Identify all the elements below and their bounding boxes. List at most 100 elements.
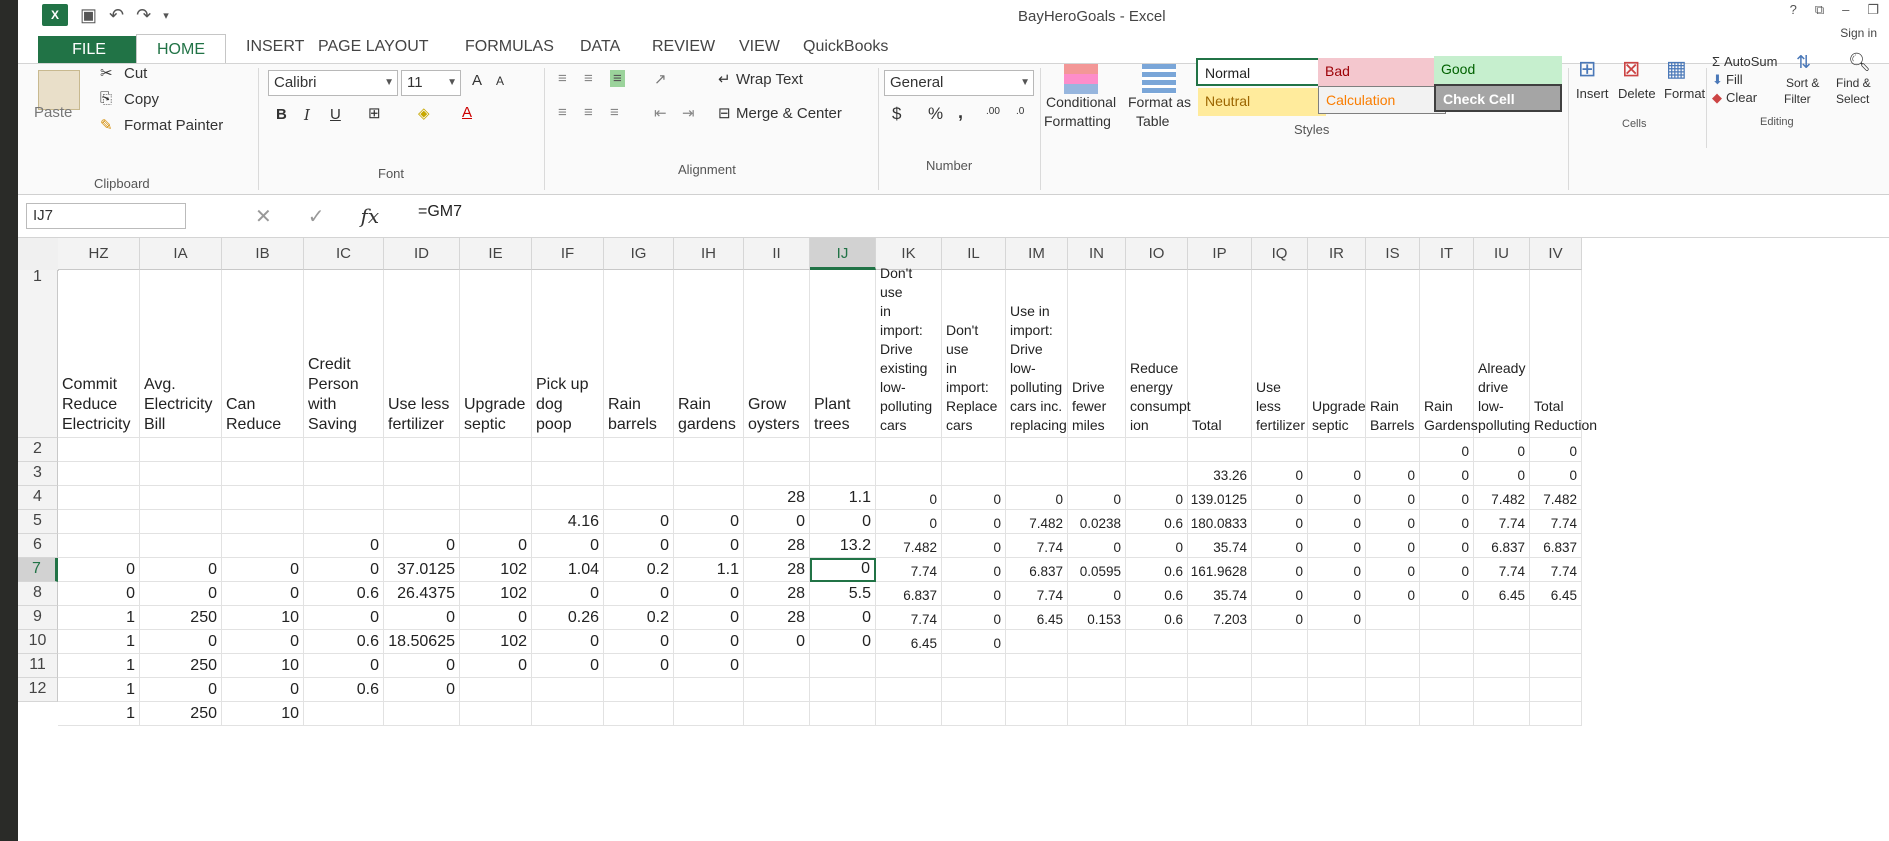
table-cell[interactable]	[1530, 654, 1582, 678]
table-cell[interactable]: 0	[1252, 558, 1308, 582]
table-cell[interactable]	[58, 486, 140, 510]
table-cell[interactable]: 7.74	[1530, 558, 1582, 582]
header-cell[interactable]: Rain Gardens	[1420, 270, 1478, 438]
align-middle-icon[interactable]: ≡	[584, 70, 593, 87]
table-cell[interactable]	[532, 438, 604, 462]
table-cell[interactable]	[1252, 438, 1308, 462]
table-cell[interactable]: 0.6	[304, 630, 384, 654]
table-cell[interactable]	[384, 462, 460, 486]
table-cell[interactable]: 0	[532, 654, 604, 678]
table-cell[interactable]	[1308, 702, 1366, 726]
table-cell[interactable]: 0	[876, 486, 942, 510]
table-cell[interactable]: 0	[942, 486, 1006, 510]
orientation-icon[interactable]: ↗	[654, 70, 667, 88]
table-cell[interactable]	[674, 486, 744, 510]
table-cell[interactable]: 0	[1308, 582, 1366, 606]
table-cell[interactable]: 0	[744, 510, 810, 534]
autosum-icon[interactable]: Σ	[1712, 54, 1720, 69]
copy-icon[interactable]: ⎘	[100, 90, 112, 107]
table-cell[interactable]: 7.482	[1530, 486, 1582, 510]
header-cell[interactable]: Rain gardens	[674, 270, 744, 438]
table-cell[interactable]: 0	[1474, 438, 1530, 462]
table-cell[interactable]: 7.203	[1188, 606, 1252, 630]
table-cell[interactable]: 0.2	[604, 606, 674, 630]
tab-review[interactable]: REVIEW	[652, 38, 715, 56]
table-cell[interactable]	[304, 486, 384, 510]
table-cell[interactable]	[532, 678, 604, 702]
table-cell[interactable]: 0	[1252, 534, 1308, 558]
table-cell[interactable]: 6.45	[1006, 606, 1068, 630]
table-cell[interactable]: 0	[942, 558, 1006, 582]
table-cell[interactable]: 0	[942, 630, 1006, 654]
table-cell[interactable]	[604, 438, 674, 462]
table-cell[interactable]: 0	[1252, 486, 1308, 510]
table-cell[interactable]: 28	[744, 534, 810, 558]
table-cell[interactable]: 0	[1366, 582, 1420, 606]
column-header-ir[interactable]: IR	[1308, 238, 1366, 270]
tab-view[interactable]: VIEW	[739, 38, 780, 56]
bold-button[interactable]: B	[276, 106, 287, 123]
table-cell[interactable]: 0	[1366, 462, 1420, 486]
header-cell[interactable]: Total	[1188, 270, 1252, 438]
table-cell[interactable]	[1188, 654, 1252, 678]
table-cell[interactable]: 7.482	[1474, 486, 1530, 510]
column-header-il[interactable]: IL	[942, 238, 1006, 270]
table-cell[interactable]	[384, 486, 460, 510]
table-cell[interactable]: 1.04	[532, 558, 604, 582]
header-cell[interactable]: Rain barrels	[604, 270, 674, 438]
table-cell[interactable]: 0	[1068, 486, 1126, 510]
table-cell[interactable]: 0	[140, 678, 222, 702]
column-header-ij[interactable]: IJ	[810, 238, 876, 270]
table-cell[interactable]: 0	[384, 678, 460, 702]
table-cell[interactable]	[810, 702, 876, 726]
row-header-6[interactable]: 6	[18, 534, 58, 558]
table-cell[interactable]	[674, 438, 744, 462]
borders-icon[interactable]: ⊞	[368, 104, 381, 122]
header-cell[interactable]: Rain Barrels	[1366, 270, 1420, 438]
table-cell[interactable]	[1006, 462, 1068, 486]
delete-button[interactable]: Delete	[1618, 86, 1656, 101]
table-cell[interactable]: 0	[810, 510, 876, 534]
table-cell[interactable]	[942, 462, 1006, 486]
tab-insert[interactable]: INSERT	[246, 38, 304, 56]
table-cell[interactable]: 0	[1420, 462, 1474, 486]
table-cell[interactable]	[1530, 702, 1582, 726]
table-cell[interactable]: 0	[1366, 534, 1420, 558]
table-cell[interactable]: 0	[1252, 462, 1308, 486]
header-cell[interactable]: Use in import: Drive low- polluting cars…	[1006, 270, 1068, 438]
table-cell[interactable]	[744, 702, 810, 726]
table-cell[interactable]: 0	[58, 558, 140, 582]
table-cell[interactable]: 0	[1252, 582, 1308, 606]
table-cell[interactable]: 0	[384, 534, 460, 558]
format-as-table-button[interactable]: Format as	[1128, 94, 1191, 110]
column-header-hz[interactable]: HZ	[58, 238, 140, 270]
row-header-3[interactable]: 3	[18, 462, 58, 486]
table-cell[interactable]: 28	[744, 582, 810, 606]
table-cell[interactable]: 0	[1252, 510, 1308, 534]
redo-icon[interactable]: ↷	[136, 5, 151, 26]
table-cell[interactable]: 180.0833	[1188, 510, 1252, 534]
table-cell[interactable]	[222, 534, 304, 558]
grow-font-button[interactable]: A	[472, 72, 482, 89]
table-cell[interactable]: 1	[58, 654, 140, 678]
sign-in-link[interactable]: Sign in	[1840, 26, 1877, 40]
table-cell[interactable]: 0	[140, 582, 222, 606]
table-cell[interactable]: 0.6	[304, 582, 384, 606]
table-cell[interactable]: 0	[1420, 486, 1474, 510]
table-cell[interactable]	[140, 486, 222, 510]
table-cell[interactable]	[460, 510, 532, 534]
style-neutral[interactable]: Neutral	[1198, 88, 1326, 116]
table-cell[interactable]: 0	[1474, 462, 1530, 486]
tab-file[interactable]: FILE	[38, 36, 140, 63]
table-cell[interactable]	[942, 702, 1006, 726]
table-cell[interactable]	[942, 654, 1006, 678]
table-cell[interactable]	[1006, 438, 1068, 462]
table-cell[interactable]: 7.482	[876, 534, 942, 558]
table-cell[interactable]	[1474, 630, 1530, 654]
header-cell[interactable]: Credit Person with Saving	[304, 270, 384, 438]
table-cell[interactable]: 7.74	[876, 558, 942, 582]
row-header-12[interactable]: 12	[18, 678, 58, 702]
table-cell[interactable]: 1.1	[810, 486, 876, 510]
column-header-ib[interactable]: IB	[222, 238, 304, 270]
table-cell[interactable]: 250	[140, 606, 222, 630]
